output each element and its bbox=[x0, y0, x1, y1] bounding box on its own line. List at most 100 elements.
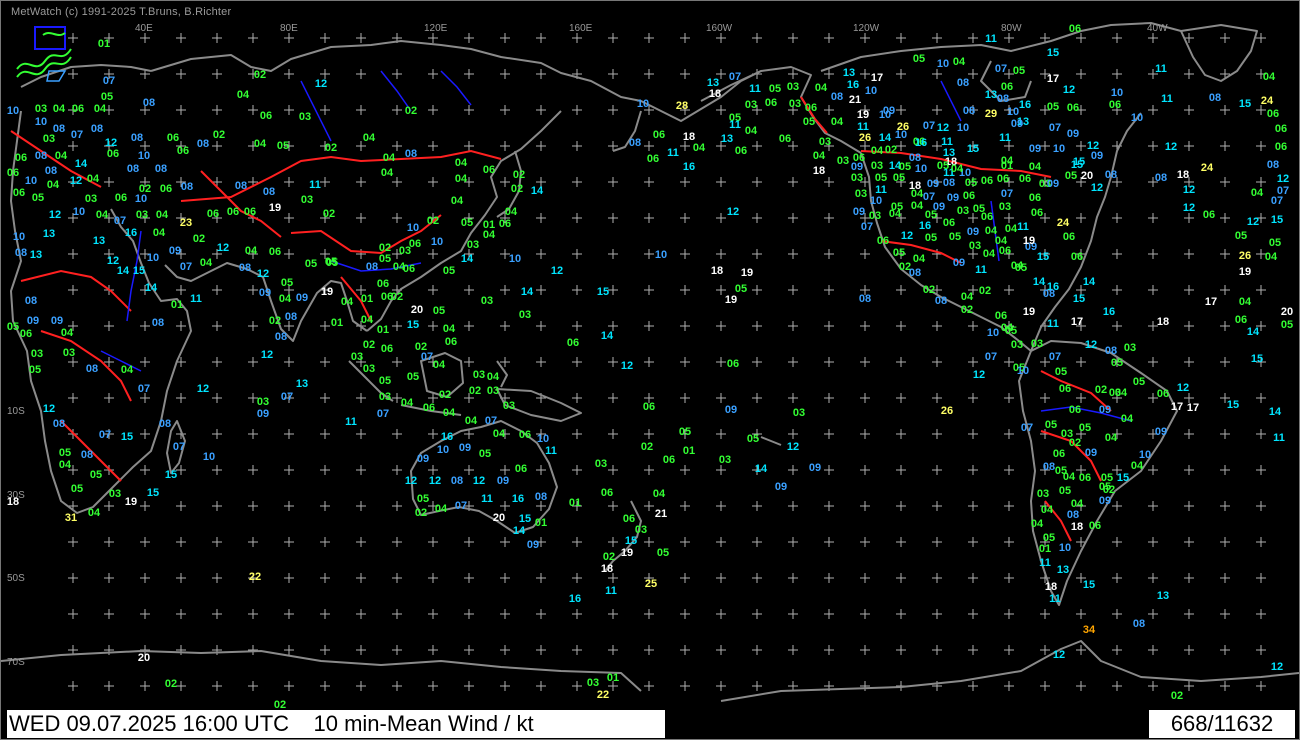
grid-marker bbox=[608, 465, 618, 475]
grid-marker bbox=[860, 33, 870, 43]
wind-speed-value: 06 bbox=[268, 246, 282, 258]
wind-speed-value: 20 bbox=[1280, 306, 1294, 318]
wind-speed-value: 10 bbox=[1130, 112, 1144, 124]
wind-speed-value: 04 bbox=[812, 150, 826, 162]
wind-speed-value: 09 bbox=[168, 245, 182, 257]
wind-speed-value: 05 bbox=[1014, 262, 1028, 274]
grid-marker bbox=[320, 681, 330, 691]
wind-speed-value: 12 bbox=[550, 265, 564, 277]
wind-speed-value: 07 bbox=[994, 63, 1008, 75]
wind-speed-value: 17 bbox=[1070, 316, 1084, 328]
wind-speed-value: 08 bbox=[142, 97, 156, 109]
wind-speed-value: 08 bbox=[14, 247, 28, 259]
world-map bbox=[1, 22, 1299, 702]
wind-speed-value: 03 bbox=[84, 193, 98, 205]
wind-speed-value: 24 bbox=[1056, 217, 1070, 229]
grid-marker bbox=[716, 33, 726, 43]
wind-speed-value: 05 bbox=[678, 426, 692, 438]
wind-speed-value: 09 bbox=[1028, 143, 1042, 155]
wind-speed-value: 15 bbox=[1072, 293, 1086, 305]
wind-speed-value: 05 bbox=[924, 232, 938, 244]
wind-speed-value: 08 bbox=[365, 261, 379, 273]
wind-speed-value: 04 bbox=[652, 488, 666, 500]
wind-speed-value: 06 bbox=[159, 183, 173, 195]
wind-speed-value: 15 bbox=[1116, 472, 1130, 484]
wind-speed-value: 12 bbox=[936, 122, 950, 134]
wind-speed-value: 03 bbox=[956, 205, 970, 217]
grid-marker bbox=[788, 429, 798, 439]
wind-speed-value: 02 bbox=[362, 339, 376, 351]
wind-speed-value: 05 bbox=[378, 253, 392, 265]
grid-marker bbox=[464, 69, 474, 79]
grid-marker bbox=[932, 609, 942, 619]
wind-speed-value: 08 bbox=[450, 475, 464, 487]
wind-speed-value: 07 bbox=[102, 75, 116, 87]
wind-speed-value: 04 bbox=[362, 132, 376, 144]
wind-speed-value: 11 bbox=[1017, 221, 1029, 233]
coast-hawaii bbox=[760, 436, 782, 446]
grid-marker bbox=[464, 537, 474, 547]
wind-speed-value: 04 bbox=[360, 314, 374, 326]
longitude-label: 40W bbox=[1147, 23, 1168, 34]
grid-marker bbox=[752, 681, 762, 691]
wind-speed-value: 06 bbox=[166, 132, 180, 144]
grid-marker bbox=[68, 249, 78, 259]
grid-marker bbox=[608, 213, 618, 223]
grid-marker bbox=[644, 537, 654, 547]
grid-marker bbox=[1256, 537, 1266, 547]
grid-marker bbox=[248, 285, 258, 295]
grid-marker bbox=[1256, 465, 1266, 475]
wind-speed-value: 05 bbox=[1110, 357, 1124, 369]
wind-speed-value: 17 bbox=[1186, 402, 1200, 414]
grid-marker bbox=[536, 249, 546, 259]
grid-marker bbox=[356, 177, 366, 187]
grid-marker bbox=[140, 537, 150, 547]
wind-speed-value: 08 bbox=[180, 181, 194, 193]
grid-marker bbox=[752, 177, 762, 187]
wind-speed-value: 12 bbox=[1182, 184, 1196, 196]
grid-marker bbox=[1184, 321, 1194, 331]
grid-marker bbox=[392, 177, 402, 187]
grid-marker bbox=[320, 393, 330, 403]
wind-speed-value: 04 bbox=[1264, 251, 1278, 263]
wind-speed-value: 10 bbox=[894, 129, 908, 141]
wind-speed-value: 18 bbox=[600, 563, 614, 575]
wind-speed-value: 07 bbox=[1000, 188, 1014, 200]
wind-speed-value: 06 bbox=[1030, 207, 1044, 219]
grid-marker bbox=[428, 321, 438, 331]
grid-marker bbox=[500, 573, 510, 583]
wind-speed-value: 03 bbox=[486, 385, 500, 397]
wind-speed-value: 10 bbox=[430, 236, 444, 248]
grid-marker bbox=[572, 429, 582, 439]
wind-speed-value: 03 bbox=[786, 81, 800, 93]
wind-speed-value: 06 bbox=[19, 328, 33, 340]
grid-marker bbox=[500, 465, 510, 475]
wind-speed-value: 16 bbox=[511, 493, 525, 505]
grid-marker bbox=[680, 33, 690, 43]
grid-marker bbox=[860, 537, 870, 547]
grid-marker bbox=[176, 465, 186, 475]
grid-marker bbox=[1004, 285, 1014, 295]
grid-marker bbox=[1256, 609, 1266, 619]
wind-speed-value: 06 bbox=[1062, 231, 1076, 243]
wind-speed-value: 09 bbox=[50, 315, 64, 327]
wind-speed-value: 12 bbox=[69, 175, 83, 187]
wind-speed-value: 09 bbox=[724, 404, 738, 416]
grid-marker bbox=[824, 501, 834, 511]
grid-marker bbox=[968, 645, 978, 655]
grid-marker bbox=[860, 645, 870, 655]
wind-speed-value: 09 bbox=[1098, 404, 1112, 416]
wind-speed-value: 08 bbox=[908, 267, 922, 279]
wind-speed-value: 06 bbox=[444, 336, 458, 348]
wind-speed-value: 12 bbox=[972, 369, 986, 381]
grid-marker bbox=[500, 105, 510, 115]
grid-marker bbox=[212, 177, 222, 187]
grid-marker bbox=[284, 573, 294, 583]
latitude-label: 50S bbox=[7, 573, 25, 584]
grid-marker bbox=[824, 645, 834, 655]
wind-speed-value: 05 bbox=[276, 140, 290, 152]
grid-marker bbox=[356, 429, 366, 439]
wind-speed-value: 03 bbox=[836, 155, 850, 167]
wind-speed-value: 04 bbox=[910, 188, 924, 200]
wind-speed-value: 02 bbox=[404, 105, 418, 117]
